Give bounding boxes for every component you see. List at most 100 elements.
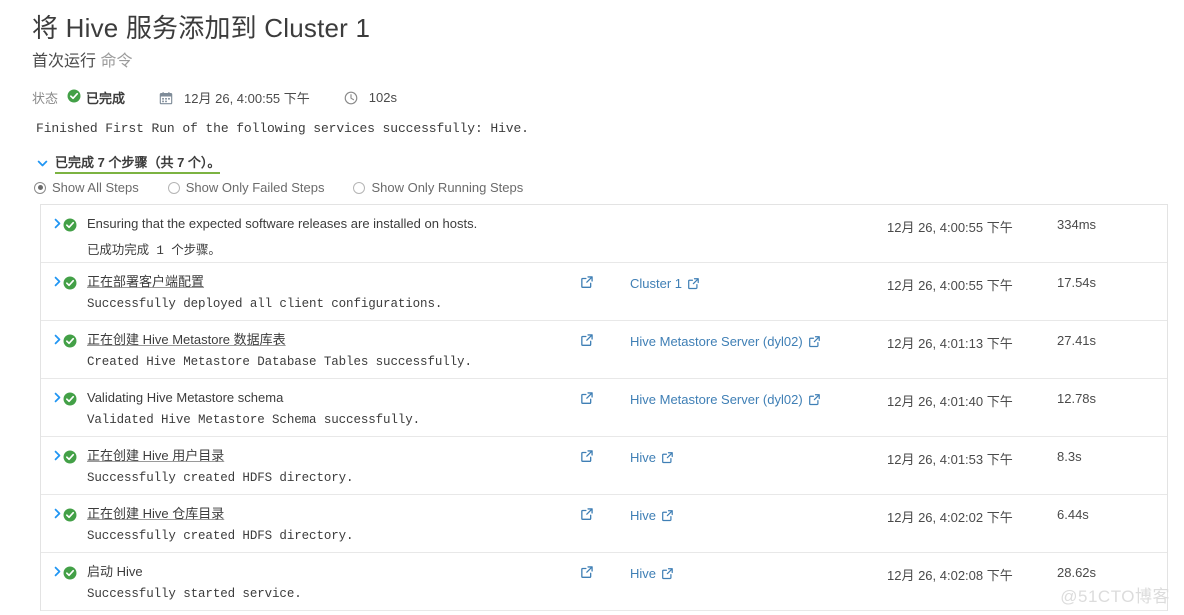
step-duration: 28.62s — [1057, 565, 1097, 580]
table-row: 启动 Hive Successfully started service. Hive… — [41, 553, 1167, 611]
external-link-icon[interactable] — [580, 507, 594, 521]
step-title: 启动 Hive — [87, 564, 143, 579]
table-row: 正在部署客户端配置 Successfully deployed all clien… — [41, 263, 1167, 321]
table-row: 正在创建 Hive Metastore 数据库表 Created Hive Met… — [41, 321, 1167, 379]
step-expand-toggle[interactable] — [41, 274, 63, 293]
external-link-icon[interactable] — [580, 565, 594, 579]
step-status — [63, 274, 87, 295]
radio-label: Show Only Failed Steps — [185, 180, 325, 195]
run-message: Finished First Run of the following serv… — [36, 121, 529, 136]
step-title[interactable]: 正在部署客户端配置 — [87, 274, 570, 290]
step-target-link-label: Hive — [630, 450, 657, 465]
step-target-link-label: Hive Metastore Server (dyl02) — [630, 334, 803, 349]
calendar-icon — [159, 91, 173, 105]
step-target-link-label: Cluster 1 — [630, 276, 683, 291]
step-target-link-label: Hive Metastore Server (dyl02) — [630, 392, 803, 407]
step-target-link[interactable]: Hive Metastore Server (dyl02) — [630, 392, 821, 407]
external-link-icon[interactable] — [580, 275, 594, 289]
step-duration: 6.44s — [1057, 507, 1089, 522]
step-target-link[interactable]: Hive — [630, 508, 674, 523]
check-circle-icon — [63, 276, 77, 294]
radio-label: Show All Steps — [52, 180, 139, 195]
step-content: Ensuring that the expected software rele… — [87, 216, 580, 258]
step-timestamp: 12月 26, 4:01:40 下午 — [887, 394, 1013, 409]
command-subtitle-suffix: 命令 — [100, 53, 133, 70]
external-link-icon[interactable] — [580, 449, 594, 463]
step-timestamp: 12月 26, 4:01:13 下午 — [887, 336, 1013, 351]
step-detail: Validated Hive Metastore Schema successf… — [87, 413, 421, 427]
step-link-icon-cell — [580, 506, 630, 526]
step-expand-toggle[interactable] — [41, 216, 63, 235]
step-expand-toggle[interactable] — [41, 448, 63, 467]
step-link-icon-cell — [580, 564, 630, 584]
external-link-icon — [661, 567, 674, 580]
external-link-icon[interactable] — [580, 391, 594, 405]
step-link-icon-cell — [580, 216, 630, 217]
steps-summary-text: 已完成 7 个步骤（共 7 个）。 — [55, 152, 221, 174]
step-status — [63, 332, 87, 353]
step-detail: Successfully deployed all client configu… — [87, 297, 443, 311]
radio-show-only-failed-steps[interactable]: Show Only Failed Steps — [167, 180, 325, 195]
step-target-link[interactable]: Hive Metastore Server (dyl02) — [630, 334, 821, 349]
step-expand-toggle[interactable] — [41, 506, 63, 525]
step-link-icon-cell — [580, 274, 630, 294]
external-link-icon — [808, 393, 821, 406]
step-expand-toggle[interactable] — [41, 390, 63, 409]
step-target-link-label: Hive — [630, 566, 657, 581]
check-circle-icon — [63, 392, 77, 410]
command-details-page: 将 Hive 服务添加到 Cluster 1 首次运行 命令 状态 已完成 12… — [0, 0, 1184, 615]
status-value-text: 已完成 — [86, 91, 126, 106]
external-link-icon — [661, 509, 674, 522]
radio-show-only-running-steps[interactable]: Show Only Running Steps — [353, 180, 523, 195]
page-title: 将 Hive 服务添加到 Cluster 1 — [32, 13, 371, 43]
step-expand-toggle[interactable] — [41, 564, 63, 583]
external-link-icon — [661, 451, 674, 464]
steps-summary-toggle[interactable]: 已完成 7 个步骤（共 7 个）。 — [36, 152, 221, 174]
step-link-icon-cell — [580, 332, 630, 352]
check-circle-icon — [63, 334, 77, 352]
step-timestamp: 12月 26, 4:00:55 下午 — [887, 220, 1013, 235]
external-link-icon — [687, 277, 700, 290]
step-title[interactable]: 正在创建 Hive 仓库目录 — [87, 506, 570, 522]
table-row: Ensuring that the expected software rele… — [41, 205, 1167, 263]
chevron-down-icon — [36, 157, 49, 170]
steps-table: Ensuring that the expected software rele… — [40, 204, 1168, 611]
step-content: 正在部署客户端配置 Successfully deployed all clien… — [87, 274, 580, 311]
step-status — [63, 390, 87, 411]
step-expand-toggle[interactable] — [41, 332, 63, 351]
step-timestamp: 12月 26, 4:00:55 下午 — [887, 278, 1013, 293]
check-circle-icon — [63, 450, 77, 468]
step-duration: 12.78s — [1057, 391, 1097, 406]
check-circle-icon — [67, 89, 81, 106]
step-duration: 27.41s — [1057, 333, 1097, 348]
check-circle-icon — [63, 508, 77, 526]
radio-show-all-steps[interactable]: Show All Steps — [34, 180, 139, 195]
step-title[interactable]: 正在创建 Hive 用户目录 — [87, 448, 570, 464]
step-target-link-label: Hive — [630, 508, 657, 523]
radio-dot-icon — [167, 181, 180, 194]
step-target-link[interactable]: Cluster 1 — [630, 276, 700, 291]
step-content: 启动 Hive Successfully started service. — [87, 564, 580, 601]
step-link-cell — [630, 216, 887, 217]
external-link-icon[interactable] — [580, 333, 594, 347]
step-target-link[interactable]: Hive — [630, 566, 674, 581]
check-circle-icon — [63, 566, 77, 584]
step-link-icon-cell — [580, 448, 630, 468]
step-title[interactable]: 正在创建 Hive Metastore 数据库表 — [87, 332, 570, 348]
watermark: @51CTO博客 — [1060, 587, 1170, 606]
step-status — [63, 216, 87, 237]
step-link-cell: Hive — [630, 564, 887, 583]
step-target-link[interactable]: Hive — [630, 450, 674, 465]
step-link-cell: Hive — [630, 448, 887, 467]
step-timestamp: 12月 26, 4:01:53 下午 — [887, 452, 1013, 467]
command-subtitle-main: 首次运行 — [32, 53, 97, 70]
step-detail: Created Hive Metastore Database Tables s… — [87, 355, 472, 369]
clock-icon — [344, 91, 358, 105]
step-content: Validating Hive Metastore schema Validate… — [87, 390, 580, 427]
step-link-icon-cell — [580, 390, 630, 410]
step-duration: 8.3s — [1057, 449, 1082, 464]
command-subtitle: 首次运行 命令 — [32, 47, 132, 71]
step-title: Validating Hive Metastore schema — [87, 390, 284, 405]
step-link-cell: Hive Metastore Server (dyl02) — [630, 332, 887, 351]
step-link-cell: Hive Metastore Server (dyl02) — [630, 390, 887, 409]
